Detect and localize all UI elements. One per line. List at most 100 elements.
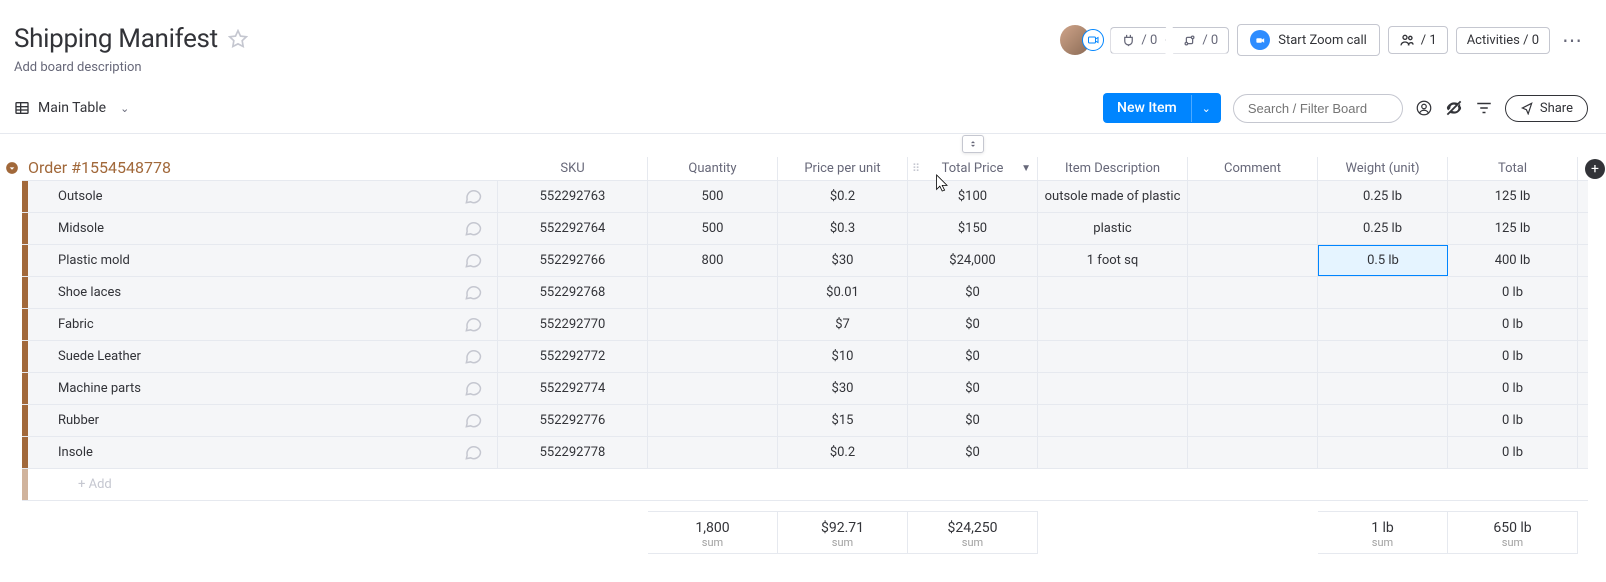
cell-total[interactable]: 0 lb bbox=[1448, 437, 1578, 468]
item-name-cell[interactable]: Outsole bbox=[28, 181, 498, 212]
cell-total[interactable]: 0 lb bbox=[1448, 373, 1578, 404]
cell-total-price[interactable]: $24,000 bbox=[908, 245, 1038, 276]
column-header-quantity[interactable]: Quantity bbox=[648, 157, 778, 180]
cell-quantity[interactable] bbox=[648, 277, 778, 308]
cell-price-per-unit[interactable]: $30 bbox=[778, 373, 908, 404]
chat-icon[interactable] bbox=[463, 282, 485, 304]
cell-comment[interactable] bbox=[1188, 181, 1318, 212]
column-header-price-per-unit[interactable]: Price per unit bbox=[778, 157, 908, 180]
cell-quantity[interactable] bbox=[648, 341, 778, 372]
cell-item-description[interactable] bbox=[1038, 277, 1188, 308]
cell-price-per-unit[interactable]: $0.3 bbox=[778, 213, 908, 244]
chat-icon[interactable] bbox=[463, 410, 485, 432]
cell-total-price[interactable]: $0 bbox=[908, 405, 1038, 436]
add-column-button[interactable]: + bbox=[1578, 157, 1606, 180]
cell-sku[interactable]: 552292764 bbox=[498, 213, 648, 244]
item-name-cell[interactable]: Machine parts bbox=[28, 373, 498, 404]
cell-weight[interactable] bbox=[1318, 405, 1448, 436]
cell-weight[interactable]: 0.25 lb bbox=[1318, 213, 1448, 244]
people-button[interactable]: / 1 bbox=[1388, 26, 1448, 54]
cell-comment[interactable] bbox=[1188, 437, 1318, 468]
cell-weight[interactable] bbox=[1318, 309, 1448, 340]
cell-total[interactable]: 0 lb bbox=[1448, 405, 1578, 436]
column-drag-icon[interactable]: ⠿ bbox=[912, 162, 920, 175]
cell-item-description[interactable] bbox=[1038, 437, 1188, 468]
start-zoom-button[interactable]: Start Zoom call bbox=[1237, 24, 1380, 56]
share-button[interactable]: Share bbox=[1505, 95, 1588, 122]
automations-button[interactable]: / 0 bbox=[1165, 27, 1229, 54]
cell-quantity[interactable]: 500 bbox=[648, 181, 778, 212]
board-menu-button[interactable]: ⋯ bbox=[1558, 28, 1588, 52]
column-header-comment[interactable]: Comment bbox=[1188, 157, 1318, 180]
cell-total[interactable]: 125 lb bbox=[1448, 181, 1578, 212]
item-name-cell[interactable]: Fabric bbox=[28, 309, 498, 340]
cell-quantity[interactable]: 800 bbox=[648, 245, 778, 276]
cell-price-per-unit[interactable]: $0.2 bbox=[778, 181, 908, 212]
cell-comment[interactable] bbox=[1188, 277, 1318, 308]
cell-total-price[interactable]: $0 bbox=[908, 373, 1038, 404]
star-icon[interactable] bbox=[228, 29, 248, 49]
cell-sku[interactable]: 552292763 bbox=[498, 181, 648, 212]
item-name-cell[interactable]: Rubber bbox=[28, 405, 498, 436]
item-name-cell[interactable]: Midsole bbox=[28, 213, 498, 244]
cell-total-price[interactable]: $0 bbox=[908, 341, 1038, 372]
cell-sku[interactable]: 552292774 bbox=[498, 373, 648, 404]
cell-total-price[interactable]: $0 bbox=[908, 277, 1038, 308]
activities-button[interactable]: Activities / 0 bbox=[1456, 27, 1550, 54]
chat-icon[interactable] bbox=[463, 186, 485, 208]
cell-comment[interactable] bbox=[1188, 245, 1318, 276]
column-header-total-price[interactable]: ⠿ Total Price ▼ bbox=[908, 157, 1038, 180]
cell-total-price[interactable]: $0 bbox=[908, 309, 1038, 340]
cell-comment[interactable] bbox=[1188, 341, 1318, 372]
cell-sku[interactable]: 552292766 bbox=[498, 245, 648, 276]
cell-item-description[interactable] bbox=[1038, 373, 1188, 404]
cell-quantity[interactable] bbox=[648, 437, 778, 468]
cell-total[interactable]: 400 lb bbox=[1448, 245, 1578, 276]
add-item-row[interactable]: + Add bbox=[28, 469, 1588, 500]
chat-icon[interactable] bbox=[463, 442, 485, 464]
cell-total[interactable]: 0 lb bbox=[1448, 309, 1578, 340]
chat-icon[interactable] bbox=[463, 218, 485, 240]
column-header-weight[interactable]: Weight (unit) bbox=[1318, 157, 1448, 180]
cell-price-per-unit[interactable]: $0.01 bbox=[778, 277, 908, 308]
new-item-dropdown[interactable]: ⌄ bbox=[1191, 95, 1221, 122]
filter-icon[interactable] bbox=[1475, 99, 1493, 117]
cell-item-description[interactable]: outsole made of plastic bbox=[1038, 181, 1188, 212]
integrations-button[interactable]: / 0 bbox=[1110, 27, 1173, 54]
cell-quantity[interactable] bbox=[648, 405, 778, 436]
cell-price-per-unit[interactable]: $0.2 bbox=[778, 437, 908, 468]
column-header-total[interactable]: Total bbox=[1448, 157, 1578, 180]
cell-total[interactable]: 0 lb bbox=[1448, 341, 1578, 372]
cell-item-description[interactable]: 1 foot sq bbox=[1038, 245, 1188, 276]
item-name-cell[interactable]: Shoe laces bbox=[28, 277, 498, 308]
cell-weight[interactable] bbox=[1318, 373, 1448, 404]
cell-weight[interactable]: 0.5 lb bbox=[1318, 245, 1448, 276]
cell-weight[interactable] bbox=[1318, 437, 1448, 468]
cell-comment[interactable] bbox=[1188, 309, 1318, 340]
cell-comment[interactable] bbox=[1188, 405, 1318, 436]
chat-icon[interactable] bbox=[463, 378, 485, 400]
cell-total-price[interactable]: $150 bbox=[908, 213, 1038, 244]
cell-total[interactable]: 0 lb bbox=[1448, 277, 1578, 308]
cell-weight[interactable]: 0.25 lb bbox=[1318, 181, 1448, 212]
cell-weight[interactable] bbox=[1318, 277, 1448, 308]
board-title[interactable]: Shipping Manifest bbox=[14, 24, 218, 54]
chat-icon[interactable] bbox=[463, 346, 485, 368]
new-item-button[interactable]: New Item ⌄ bbox=[1103, 93, 1221, 123]
cell-sku[interactable]: 552292776 bbox=[498, 405, 648, 436]
item-name-cell[interactable]: Plastic mold bbox=[28, 245, 498, 276]
cell-sku[interactable]: 552292772 bbox=[498, 341, 648, 372]
chat-icon[interactable] bbox=[463, 314, 485, 336]
collapse-group-icon[interactable] bbox=[4, 160, 20, 176]
view-tab-main-table[interactable]: Main Table ⌄ bbox=[14, 100, 129, 116]
cell-sku[interactable]: 552292778 bbox=[498, 437, 648, 468]
column-menu-icon[interactable]: ▼ bbox=[1021, 163, 1031, 174]
cell-sku[interactable]: 552292768 bbox=[498, 277, 648, 308]
cell-quantity[interactable]: 500 bbox=[648, 213, 778, 244]
cell-item-description[interactable] bbox=[1038, 405, 1188, 436]
cell-quantity[interactable] bbox=[648, 309, 778, 340]
hide-columns-icon[interactable] bbox=[1445, 99, 1463, 117]
column-header-sku[interactable]: SKU bbox=[498, 157, 648, 180]
column-header-item-description[interactable]: Item Description bbox=[1038, 157, 1188, 180]
item-name-cell[interactable]: Suede Leather bbox=[28, 341, 498, 372]
